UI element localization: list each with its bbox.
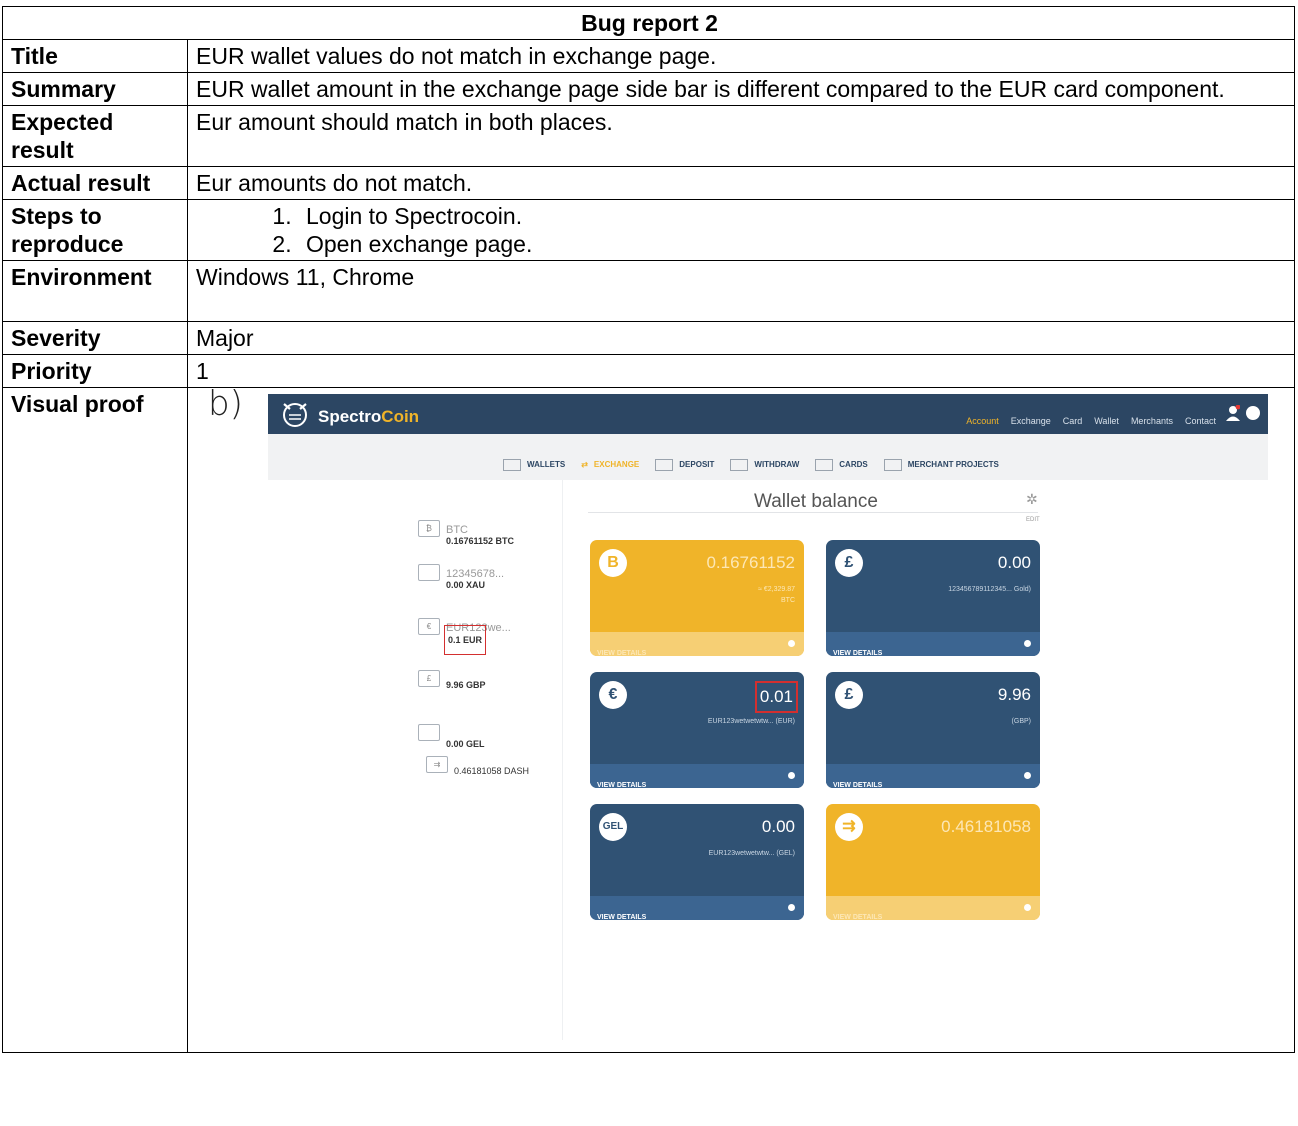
subnav-deposit[interactable]: DEPOSIT xyxy=(655,451,714,479)
sidebar-item-btc[interactable]: ₿ BTC 0.16761152 BTC xyxy=(418,518,578,546)
nav-merchants[interactable]: Merchants xyxy=(1131,407,1173,435)
nav-wallet[interactable]: Wallet xyxy=(1094,407,1119,435)
pound-icon: £ xyxy=(835,549,863,577)
subnav-wallets[interactable]: WALLETS xyxy=(503,451,565,479)
card-footer[interactable]: VIEW DETAILS xyxy=(826,896,1040,920)
sidebar-item-gbp[interactable]: £ 9.96 GBP xyxy=(418,668,578,692)
btc-card[interactable]: B 0.16761152 ≈ €2,329.87 BTC VIEW DETAILS xyxy=(590,540,804,656)
wallet-icon: € xyxy=(418,618,440,635)
priority-value: 1 xyxy=(186,354,1296,388)
report-heading: Bug report 2 xyxy=(1,6,1296,40)
summary-value: EUR wallet amount in the exchange page s… xyxy=(186,72,1296,106)
dash-card[interactable]: ⇉ 0.46181058 VIEW DETAILS xyxy=(826,804,1040,920)
arrow-icon xyxy=(1024,904,1031,911)
nav-account[interactable]: Account xyxy=(966,407,999,435)
wallet-icon: ⇉ xyxy=(426,756,448,773)
arrow-icon xyxy=(788,640,795,647)
gbp-card[interactable]: £ 9.96 (GBP) VIEW DETAILS xyxy=(826,672,1040,788)
edit-label[interactable]: EDIT xyxy=(1026,506,1040,534)
wallet-icon xyxy=(418,724,440,741)
steps-value: Login to Spectrocoin. Open exchange page… xyxy=(186,199,1296,261)
sidebar-item-eur[interactable]: € EUR123we... 0.1 EUR xyxy=(418,616,578,655)
actual-result-label: Actual result xyxy=(2,166,188,200)
title-label: Title xyxy=(2,39,188,73)
title-divider xyxy=(588,512,1038,513)
step-item: Open exchange page. xyxy=(298,230,1288,258)
step-item: Login to Spectrocoin. xyxy=(298,202,1288,230)
dash-icon: ⇉ xyxy=(835,813,863,841)
card-footer[interactable]: VIEW DETAILS xyxy=(590,764,804,788)
proof-letter: b) xyxy=(208,384,243,424)
severity-label: Severity xyxy=(2,321,188,355)
sidebar-item-gel[interactable]: 0.00 GEL xyxy=(418,722,578,749)
subnav-merchant-projects[interactable]: MERCHANT PROJECTS xyxy=(883,451,999,479)
user-icon[interactable] xyxy=(1226,405,1240,421)
subnav-exchange[interactable]: ⇄ EXCHANGE xyxy=(581,451,639,479)
arrow-icon xyxy=(1024,640,1031,647)
bitcoin-icon: B xyxy=(599,549,627,577)
subnav-withdraw[interactable]: WITHDRAW xyxy=(730,451,799,479)
top-navbar: SpectroCoin Account Exchange Card Wallet… xyxy=(268,394,1268,434)
globe-icon[interactable] xyxy=(1246,406,1260,420)
card-footer[interactable]: VIEW DETAILS xyxy=(826,764,1040,788)
nav-card[interactable]: Card xyxy=(1063,407,1083,435)
bug-report-table: Bug report 2 Title EUR wallet values do … xyxy=(1,6,1296,1053)
priority-label: Priority xyxy=(2,354,188,388)
eur-sidebar-value-highlight: 0.1 EUR xyxy=(444,625,487,655)
visual-proof-screenshot: b) SpectroCoin Account Exchange Card Wal… xyxy=(188,384,1288,1052)
gear-icon[interactable]: ✲ xyxy=(1026,492,1040,506)
eur-card[interactable]: € 0.01 EUR123wetwetwtw... (EUR) VIEW DET… xyxy=(590,672,804,788)
expected-result-value: Eur amount should match in both places. xyxy=(186,105,1296,167)
steps-label: Steps to reproduce xyxy=(2,199,188,261)
top-nav: Account Exchange Card Wallet Merchants C… xyxy=(966,407,1216,435)
sidebar-item-dash[interactable]: ⇉ 0.46181058 DASH xyxy=(426,754,586,778)
eur-card-value-highlight: 0.01 xyxy=(754,681,798,713)
actual-result-value: Eur amounts do not match. xyxy=(186,166,1296,200)
expected-result-label: Expected result xyxy=(2,105,188,167)
wallet-icon xyxy=(418,564,440,581)
card-footer[interactable]: VIEW DETAILS xyxy=(826,632,1040,656)
visual-proof-cell: b) SpectroCoin Account Exchange Card Wal… xyxy=(186,384,1296,1053)
arrow-icon xyxy=(1024,772,1031,779)
gel-card[interactable]: GEL 0.00 EUR123wetwetwtw... (GEL) VIEW D… xyxy=(590,804,804,920)
arrow-icon xyxy=(788,772,795,779)
spectrocoin-logo-icon xyxy=(283,403,307,427)
summary-label: Summary xyxy=(2,72,188,106)
card-footer[interactable]: VIEW DETAILS xyxy=(590,632,804,656)
gel-icon: GEL xyxy=(599,813,627,841)
sidebar-item-xau[interactable]: 12345678... 0.00 XAU xyxy=(418,562,578,590)
euro-icon: € xyxy=(599,681,627,709)
card-footer[interactable]: VIEW DETAILS xyxy=(590,896,804,920)
steps-list: Login to Spectrocoin. Open exchange page… xyxy=(196,202,1288,258)
wallet-icon: £ xyxy=(418,670,440,687)
subnav-cards[interactable]: CARDS xyxy=(815,451,868,479)
nav-contact[interactable]: Contact xyxy=(1185,407,1216,435)
nav-exchange[interactable]: Exchange xyxy=(1011,407,1051,435)
title-value: EUR wallet values do not match in exchan… xyxy=(186,39,1296,73)
visual-proof-label: Visual proof xyxy=(2,387,188,1053)
gold-card[interactable]: £ 0.00 123456789112345... Gold) VIEW DET… xyxy=(826,540,1040,656)
sub-navbar: WALLETS ⇄ EXCHANGE DEPOSIT WITHDRAW CARDS… xyxy=(268,434,1268,480)
wallet-icon: ₿ xyxy=(418,520,440,537)
arrow-icon xyxy=(788,904,795,911)
environment-label: Environment xyxy=(2,260,188,322)
severity-value: Major xyxy=(186,321,1296,355)
pound-icon: £ xyxy=(835,681,863,709)
environment-value: Windows 11, Chrome xyxy=(186,260,1296,322)
logo-text: SpectroCoin xyxy=(318,407,420,426)
